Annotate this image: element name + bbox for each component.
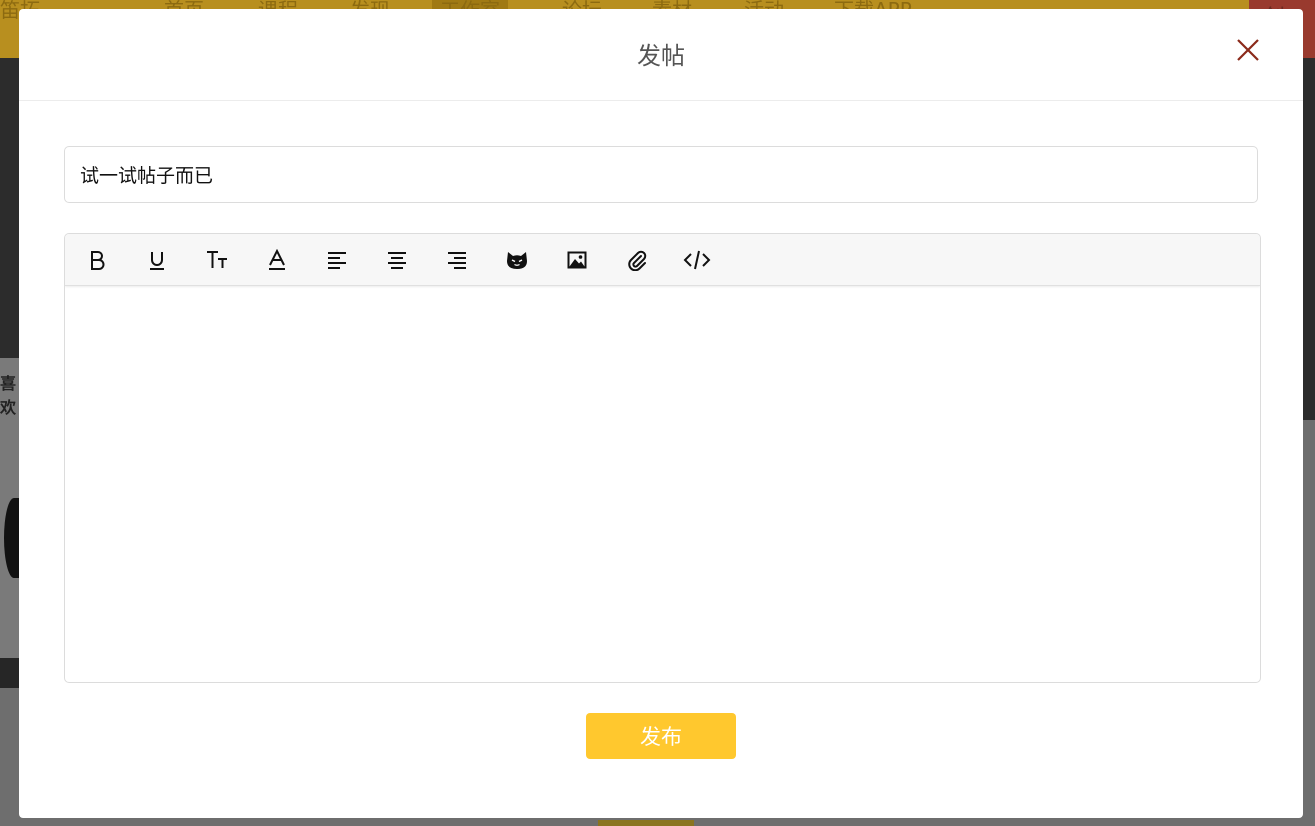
bold-button[interactable] bbox=[81, 244, 113, 276]
modal-title: 发帖 bbox=[637, 42, 685, 70]
post-modal: 发帖 试一试帖子而已 发布 bbox=[19, 9, 1303, 818]
bold-icon bbox=[91, 251, 105, 270]
align-center-button[interactable] bbox=[381, 244, 413, 276]
emoji-button[interactable] bbox=[501, 244, 533, 276]
align-left-icon bbox=[328, 252, 346, 269]
background-button bbox=[598, 820, 694, 826]
attachment-icon bbox=[628, 250, 647, 271]
close-button[interactable] bbox=[1233, 35, 1263, 65]
image-icon bbox=[567, 251, 587, 269]
emoji-icon bbox=[507, 252, 527, 269]
font-size-button[interactable] bbox=[201, 244, 233, 276]
modal-header: 发帖 bbox=[19, 9, 1303, 101]
code-icon bbox=[683, 250, 711, 270]
background-card: 喜欢 bbox=[0, 358, 20, 688]
background-card-footer bbox=[0, 658, 20, 688]
font-color-icon bbox=[269, 249, 285, 270]
background-card-title: 喜欢 bbox=[0, 374, 17, 417]
publish-button[interactable]: 发布 bbox=[586, 713, 736, 759]
underline-icon bbox=[150, 252, 164, 270]
rich-text-editor bbox=[64, 233, 1261, 683]
align-right-button[interactable] bbox=[441, 244, 473, 276]
editor-content-area[interactable] bbox=[65, 287, 1260, 682]
attachment-button[interactable] bbox=[621, 244, 653, 276]
align-left-button[interactable] bbox=[321, 244, 353, 276]
code-button[interactable] bbox=[681, 244, 713, 276]
font-color-button[interactable] bbox=[261, 244, 293, 276]
background-card-photo bbox=[4, 498, 20, 578]
align-right-icon bbox=[448, 252, 466, 269]
font-size-icon bbox=[207, 251, 227, 268]
align-center-icon bbox=[388, 252, 406, 269]
close-icon bbox=[1237, 39, 1259, 61]
underline-button[interactable] bbox=[141, 244, 173, 276]
editor-toolbar bbox=[65, 234, 1260, 286]
post-title-input[interactable] bbox=[64, 146, 1258, 203]
insert-image-button[interactable] bbox=[561, 244, 593, 276]
